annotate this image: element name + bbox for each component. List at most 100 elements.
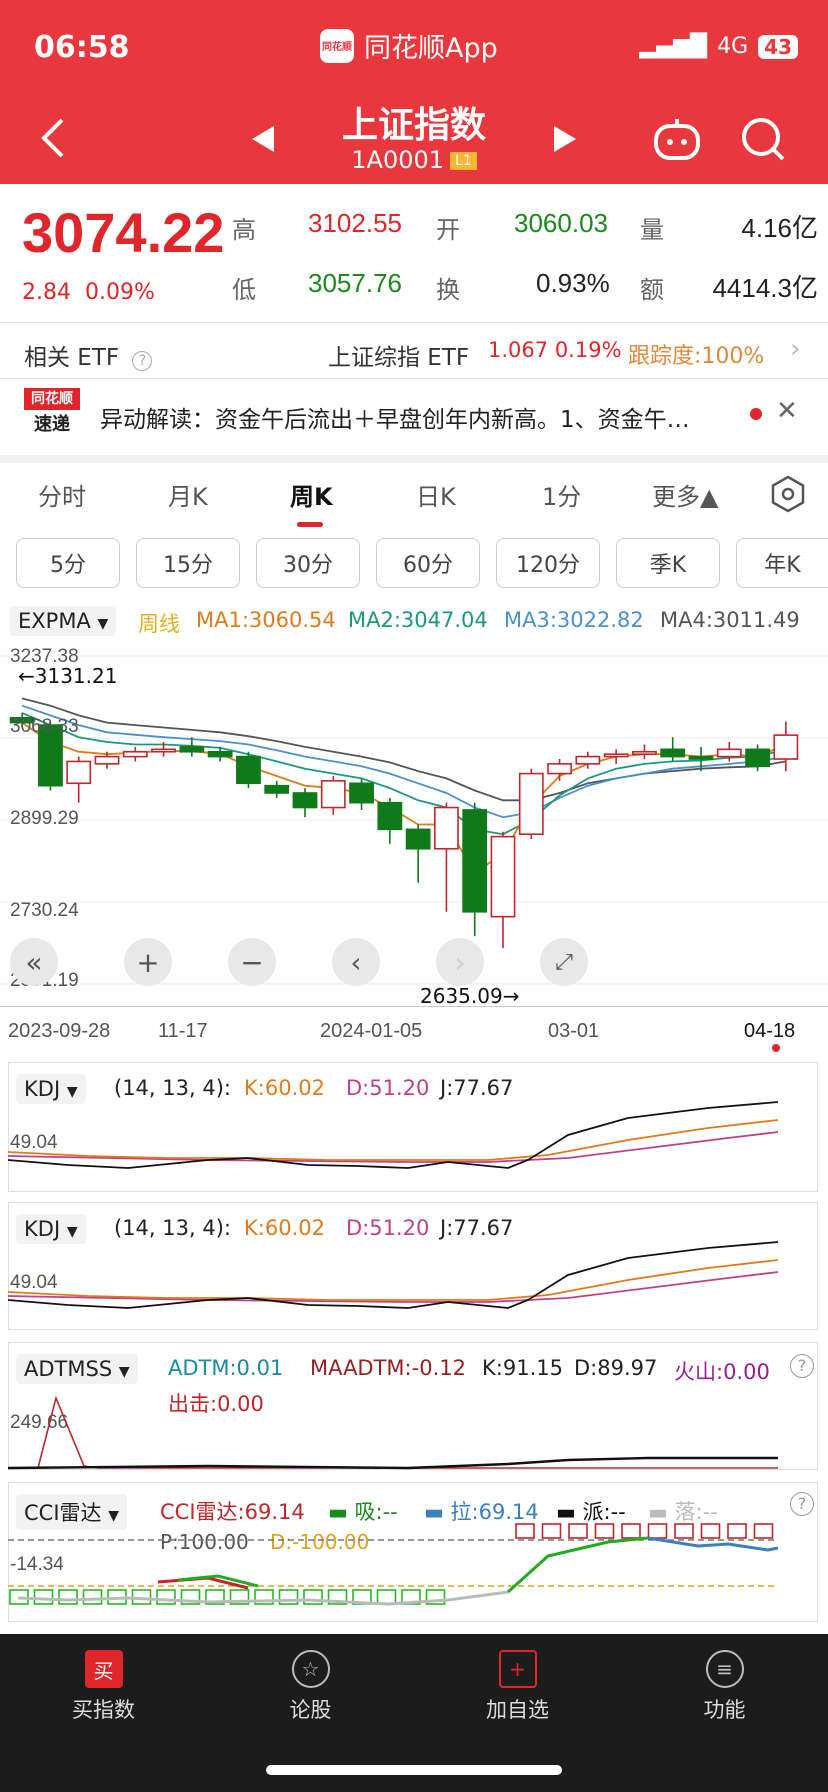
etf-price: 1.067 0.19%	[488, 338, 622, 362]
pill-120min[interactable]: 120分	[496, 538, 600, 588]
fullscreen-icon[interactable]: ⤢	[540, 938, 588, 986]
status-time: 06:58	[34, 30, 130, 65]
adtm-value: ADTM:0.01	[168, 1356, 284, 1380]
etf-price-value: 1.067	[488, 338, 549, 362]
related-etf-text: 相关 ETF	[24, 345, 120, 371]
close-icon[interactable]: ✕	[776, 396, 798, 426]
pill-season-k[interactable]: 季K	[616, 538, 720, 588]
tab-fenshi[interactable]: 分时	[38, 477, 86, 512]
app-name: 同花顺 同花顺App	[320, 26, 498, 65]
status-indicators: ▂▄▆█ 4G 43	[639, 34, 798, 59]
nav-discuss[interactable]: ☆ 论股	[207, 1634, 414, 1724]
candle	[320, 775, 346, 815]
candle-body	[575, 755, 601, 765]
candle-body	[122, 750, 148, 758]
candle-body	[236, 755, 261, 785]
tab-month-k[interactable]: 月K	[168, 477, 208, 512]
ma1-label: MA1:3060.54	[196, 608, 336, 632]
cci-signal-box	[727, 1523, 747, 1539]
pill-60min[interactable]: 60分	[376, 538, 480, 588]
home-indicator	[266, 1765, 562, 1775]
turnover-value: 0.93%	[536, 268, 610, 298]
scroll-right-icon[interactable]: ›	[436, 938, 484, 986]
candle-body	[434, 806, 459, 850]
zoom-out-all-icon[interactable]: «	[10, 938, 58, 986]
pill-5min[interactable]: 5分	[16, 538, 120, 588]
kdj1-d: D:51.20	[346, 1076, 430, 1100]
news-text[interactable]: 异动解读：资金午后流出＋早盘创年内新高。1、资金午…	[100, 400, 720, 434]
cci-chart	[8, 1523, 779, 1606]
kdj1-j: J:77.67	[440, 1076, 514, 1100]
menu-icon: ≡	[705, 1650, 744, 1688]
main-indicator-select[interactable]: EXPMA ▼	[10, 606, 117, 636]
adtm-chart	[8, 1395, 778, 1470]
high-label: 高	[232, 216, 256, 244]
tab-more[interactable]: 更多▲	[652, 477, 718, 512]
candle-body	[603, 753, 629, 758]
period-tabs: 分时 月K 周K 日K 1分 更多▲	[0, 465, 828, 525]
cci-signal-box	[753, 1523, 774, 1539]
network-type: 4G	[717, 34, 749, 59]
tab-day-k[interactable]: 日K	[416, 477, 456, 512]
cci-signal-box	[674, 1523, 694, 1539]
active-tab-indicator	[297, 522, 323, 527]
cci-signal-box	[700, 1523, 721, 1539]
zoom-out-icon[interactable]: −	[228, 938, 276, 986]
scroll-left-icon[interactable]: ‹	[332, 938, 380, 986]
candle-body	[490, 835, 516, 918]
x-label-3: 03-01	[548, 1020, 600, 1042]
robot-assistant-icon[interactable]	[652, 116, 702, 166]
candle-body	[518, 772, 544, 836]
candle-body	[716, 748, 742, 758]
cci-help-icon[interactable]: ?	[790, 1492, 814, 1516]
app-header: 06:58 同花顺 同花顺App ▂▄▆█ 4G 43 上证指数 1A0001 L…	[0, 0, 828, 184]
add-icon: +	[498, 1650, 537, 1688]
candle	[122, 746, 148, 762]
candle-body	[207, 750, 233, 758]
x-label-4: 04-18	[744, 1020, 796, 1042]
candle	[292, 788, 318, 818]
related-etf-label: 相关 ETF ?	[24, 338, 153, 372]
search-icon[interactable]	[740, 116, 786, 166]
y-label-2: 2899.29	[10, 808, 79, 829]
next-stock-icon[interactable]	[552, 124, 578, 158]
candle-body	[632, 750, 657, 755]
nav-functions[interactable]: ≡ 功能	[621, 1634, 828, 1724]
high-annotation: ←3131.21	[18, 664, 118, 688]
settings-hexagon-icon[interactable]	[770, 475, 806, 517]
candle-body	[745, 748, 770, 768]
tab-week-k[interactable]: 周K	[290, 477, 333, 512]
nav-buy-index[interactable]: 买 买指数	[0, 1634, 207, 1724]
etf-name[interactable]: 上证综指 ETF	[328, 338, 469, 372]
stock-code: 1A0001 L1	[0, 146, 828, 174]
adtm-help-icon[interactable]: ?	[790, 1354, 814, 1378]
candle-body	[66, 760, 92, 785]
pill-year-k[interactable]: 年K	[736, 538, 828, 588]
zoom-in-icon[interactable]: +	[124, 938, 172, 986]
kdj1-params: (14, 13, 4):	[114, 1076, 231, 1100]
cci-signal-box	[515, 1523, 535, 1539]
high-value: 3102.55	[308, 208, 402, 238]
nav-discuss-label: 论股	[289, 1698, 332, 1722]
candle	[462, 802, 488, 937]
pill-15min[interactable]: 15分	[136, 538, 240, 588]
kdj2-k: K:60.02	[244, 1216, 325, 1240]
etf-chevron-icon[interactable]: ›	[790, 334, 800, 364]
period-label: 周线	[138, 612, 180, 636]
help-icon[interactable]: ?	[132, 351, 153, 371]
nav-add-watch[interactable]: + 加自选	[414, 1634, 621, 1724]
open-label: 开	[436, 216, 460, 244]
kdj2-j: J:77.67	[440, 1216, 514, 1240]
pill-30min[interactable]: 30分	[256, 538, 360, 588]
cci-signal-box	[82, 1589, 103, 1605]
news-badge-top: 同花顺	[24, 388, 80, 410]
ma2-label: MA2:3047.04	[348, 608, 488, 632]
turnover-label: 换	[436, 276, 460, 304]
nav-functions-label: 功能	[703, 1698, 746, 1722]
kdj-k-line	[8, 1259, 779, 1301]
cci-signal-box	[376, 1589, 397, 1605]
ma4-label: MA4:3011.49	[660, 608, 800, 632]
candle-body	[179, 746, 205, 753]
adtm-d: D:89.97	[574, 1356, 658, 1380]
tab-1min[interactable]: 1分	[542, 477, 581, 512]
